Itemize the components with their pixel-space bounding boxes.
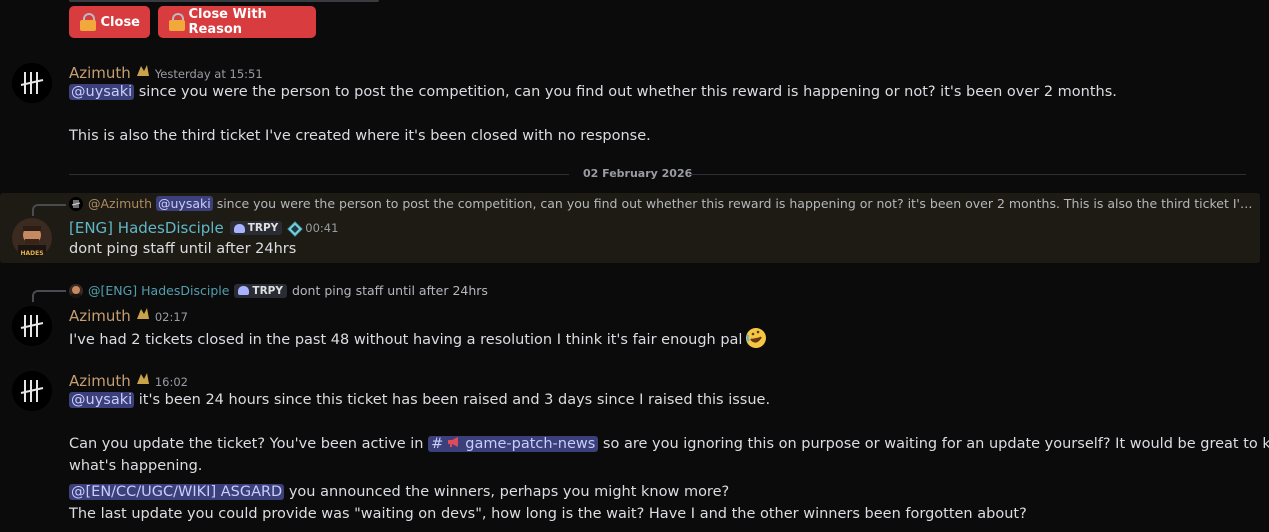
username[interactable]: Azimuth [69,372,131,390]
message-header: Azimuth Yesterday at 15:51 [69,62,263,82]
timestamp[interactable]: 00:41 [305,221,338,235]
message-line: @[EN/CC/UGC/WIKI] ASGARD you announced t… [69,484,729,500]
message-header: Azimuth 02:17 [69,305,188,325]
avatar[interactable]: HADES [12,218,52,258]
message-text: The last update you could provide was "w… [69,506,1027,522]
message-header: Azimuth 16:02 [69,370,188,390]
role-emoji-icon [135,62,151,82]
role-mention[interactable]: @[EN/CC/UGC/WIKI] ASGARD [69,484,285,500]
megaphone-icon [447,436,461,452]
message-text: This is also the third ticket I've creat… [69,128,651,144]
user-mention[interactable]: @uysaki [156,196,213,211]
divider [69,174,569,175]
diamond-badge-icon[interactable] [287,221,303,237]
rofl-emoji-icon [745,327,767,353]
reply-avatar [69,283,83,298]
reply-text: since you were the person to post the co… [212,196,1253,211]
timestamp[interactable]: 02:17 [155,310,188,324]
avatar[interactable] [12,371,52,411]
avatar[interactable] [12,63,52,103]
timestamp[interactable]: Yesterday at 15:51 [155,67,263,81]
reply-author: @[ENG] HadesDisciple [88,283,230,298]
username[interactable]: Azimuth [69,307,131,325]
message-text: since you were the person to post the co… [134,84,1117,100]
message-text: so are you ignoring this on purpose or w… [598,436,1269,452]
reply-preview[interactable]: @[ENG] HadesDisciple TRPY dont ping staf… [69,283,488,298]
divider [690,174,1246,175]
message-line: @uysaki since you were the person to pos… [69,84,1117,100]
clan-tag[interactable]: TRPY [229,221,283,235]
message-text: I've had 2 tickets closed in the past 48… [69,332,743,348]
message-line: I've had 2 tickets closed in the past 48… [69,327,767,353]
message-text: it's been 24 hours since this ticket has… [134,392,771,408]
username[interactable]: [ENG] HadesDisciple [69,219,224,237]
embed-bottom-edge [69,0,379,2]
reply-author: @Azimuth [88,196,153,211]
message-line: @uysaki it's been 24 hours since this ti… [69,392,770,408]
message-text: Can you update the ticket? You've been a… [69,436,429,452]
lock-icon [168,13,185,31]
message-text: you announced the winners, perhaps you m… [284,484,730,500]
close-button-label: Close [100,14,140,30]
role-emoji-icon [135,370,151,390]
message-text: what's happening. [69,458,203,474]
message-line: Can you update the ticket? You've been a… [69,436,1269,452]
channel-mention[interactable]: # game-patch-news [428,436,599,452]
role-emoji-icon [135,305,151,325]
hash-icon: # [431,436,444,452]
lock-icon [79,13,96,31]
tally-marks-icon [12,63,52,103]
user-mention[interactable]: @uysaki [69,84,135,100]
username[interactable]: Azimuth [69,64,131,82]
avatar[interactable] [12,306,52,346]
mushroom-icon [238,286,250,295]
reply-spine [32,204,66,216]
close-with-reason-label: Close With Reason [188,7,267,37]
mushroom-icon [233,223,245,233]
reply-spine [32,290,66,302]
message-text: dont ping staff until after 24hrs [69,241,297,257]
clan-tag: TRPY [234,283,287,298]
reply-preview[interactable]: @Azimuth @uysaki since you were the pers… [69,196,1253,211]
message-header: [ENG] HadesDisciple TRPY 00:41 [69,219,338,237]
user-mention[interactable]: @uysaki [69,392,135,408]
reply-avatar [69,196,83,211]
reply-text: dont ping staff until after 24hrs [291,283,488,298]
date-divider-label: 02 February 2026 [583,167,693,180]
close-with-reason-button[interactable]: Close With Reason [158,6,316,38]
svg-text:HADES: HADES [20,250,43,257]
timestamp[interactable]: 16:02 [155,375,188,389]
close-button[interactable]: Close [69,6,150,38]
